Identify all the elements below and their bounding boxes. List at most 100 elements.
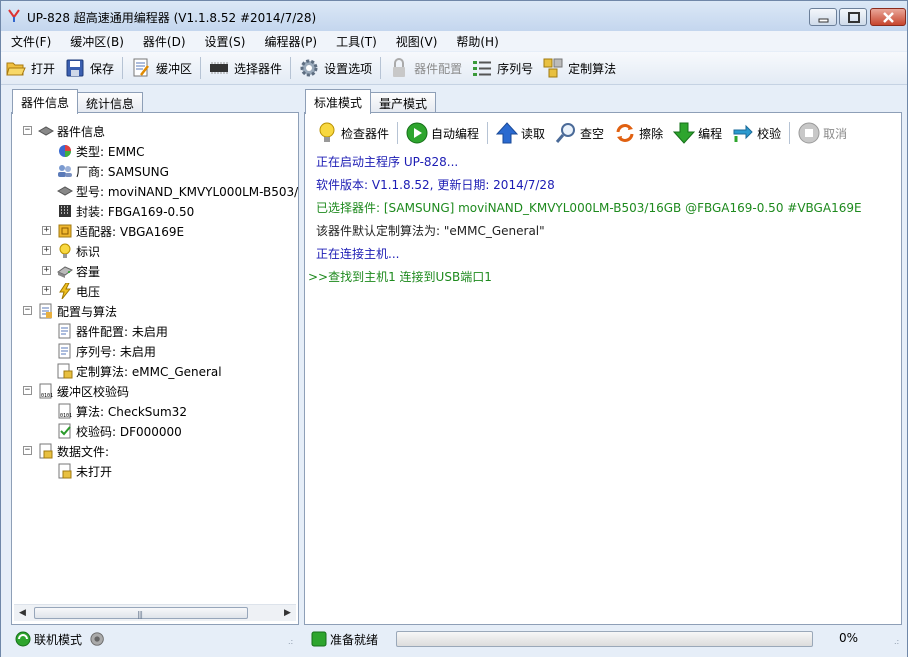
document-icon — [57, 323, 73, 339]
algorithm-icon — [542, 57, 564, 79]
main-toolbar: 打开 保存 缓冲区 选择器件 设置选项 器件配置 序列号 定制算法 — [1, 52, 907, 85]
tree-node-custom-algorithm[interactable]: 定制算法: eMMC_General — [57, 361, 222, 381]
tree-node-buffer-checksum[interactable]: 0101 缓冲区校验码 — [38, 381, 129, 401]
tree-node-vendor[interactable]: 厂商: SAMSUNG — [57, 161, 169, 181]
tree-node-mark[interactable]: 标识 — [57, 241, 100, 261]
toolbar-separator — [789, 122, 791, 144]
buffer-label: 缓冲区 — [156, 61, 193, 76]
toolbar-separator — [200, 57, 202, 79]
collapse-toggle[interactable]: − — [23, 306, 32, 315]
menu-tools[interactable]: 工具(T) — [326, 31, 386, 51]
collapse-toggle[interactable]: − — [23, 386, 32, 395]
tree-node-device-info[interactable]: 器件信息 — [38, 121, 105, 141]
select-device-label: 选择器件 — [234, 61, 283, 76]
check-device-button[interactable]: 检查器件 — [311, 120, 394, 146]
pie-chart-icon — [57, 143, 73, 159]
menu-file[interactable]: 文件(F) — [1, 31, 60, 51]
play-icon — [406, 122, 428, 144]
online-mode-indicator: 联机模式 — [15, 629, 109, 649]
expand-toggle[interactable]: + — [42, 286, 51, 295]
toolbar-separator — [122, 57, 124, 79]
serial-number-button[interactable]: 序列号 — [467, 54, 538, 82]
read-label: 读取 — [521, 126, 546, 141]
tree-label: 配置与算法 — [57, 304, 118, 319]
horizontal-scrollbar[interactable]: ◀ ||| ▶ — [14, 604, 296, 621]
blank-check-label: 查空 — [580, 126, 605, 141]
expand-toggle[interactable]: + — [42, 226, 51, 235]
tree-node-voltage[interactable]: 电压 — [57, 281, 100, 301]
right-tab-strip: 标准模式 量产模式 — [305, 89, 437, 114]
tree-label: 标识 — [76, 244, 101, 259]
save-button[interactable]: 保存 — [60, 54, 119, 82]
device-config-button[interactable]: 器件配置 — [384, 54, 467, 82]
tree-node-capacity[interactable]: 容量 — [57, 261, 100, 281]
log-line: 正在连接主机... — [316, 247, 400, 261]
expand-toggle[interactable]: + — [42, 246, 51, 255]
window-title: UP-828 超高速通用编程器 (V1.1.8.52 #2014/7/28) — [27, 11, 317, 25]
chip-icon — [38, 123, 54, 139]
scroll-left-icon[interactable]: ◀ — [19, 608, 26, 618]
tab-statistics[interactable]: 统计信息 — [77, 92, 144, 113]
tree-node-package[interactable]: 封装: FBGA169-0.50 — [57, 201, 194, 221]
minimize-icon — [818, 18, 829, 23]
verify-button[interactable]: 校验 — [727, 120, 786, 146]
numbered-list-icon — [471, 57, 493, 79]
tree-label: 器件信息 — [57, 124, 106, 139]
menu-settings[interactable]: 设置(S) — [195, 31, 255, 51]
close-button[interactable] — [870, 8, 906, 26]
device-tree: − 器件信息 类型: EMMC 厂商: SAMSUNG 型号: moviNAND… — [12, 113, 298, 603]
device-info-panel: − 器件信息 类型: EMMC 厂商: SAMSUNG 型号: moviNAND… — [11, 112, 299, 625]
settings-button[interactable]: 设置选项 — [294, 54, 377, 82]
program-button[interactable]: 编程 — [668, 120, 727, 146]
menu-help[interactable]: 帮助(H) — [446, 31, 507, 51]
progress-bar — [396, 631, 813, 647]
auto-program-button[interactable]: 自动编程 — [401, 120, 484, 146]
operation-toolbar: 检查器件 自动编程 读取 查空 擦除 编程 校验 取消 — [311, 119, 852, 147]
custom-algorithm-button[interactable]: 定制算法 — [538, 54, 621, 82]
toolbar-separator — [290, 57, 292, 79]
device-config-label: 器件配置 — [414, 61, 463, 76]
menu-programmer[interactable]: 编程器(P) — [254, 31, 326, 51]
tree-node-serial[interactable]: 序列号: 未启用 — [57, 341, 156, 361]
magnifier-icon — [555, 122, 577, 144]
select-device-button[interactable]: 选择器件 — [204, 54, 287, 82]
tree-node-device-config[interactable]: 器件配置: 未启用 — [57, 321, 168, 341]
expand-toggle[interactable]: + — [42, 266, 51, 275]
left-tab-strip: 器件信息 统计信息 — [12, 89, 144, 114]
blank-check-button[interactable]: 查空 — [550, 120, 609, 146]
tree-node-checksum-algorithm[interactable]: 0101 算法: CheckSum32 — [57, 401, 187, 421]
tree-node-adapter[interactable]: 适配器: VBGA169E — [57, 221, 184, 241]
chip-icon — [57, 183, 73, 199]
tree-label: 定制算法: eMMC_General — [76, 364, 222, 379]
gear-icon — [298, 57, 320, 79]
scroll-right-icon[interactable]: ▶ — [284, 608, 291, 618]
refresh-icon — [614, 122, 636, 144]
tree-node-data-file[interactable]: 数据文件: — [38, 441, 109, 461]
scrollbar-thumb[interactable]: ||| — [34, 607, 248, 619]
tree-node-type[interactable]: 类型: EMMC — [57, 141, 145, 161]
collapse-toggle[interactable]: − — [23, 446, 32, 455]
tree-node-checksum-value[interactable]: 校验码: DF000000 — [57, 421, 182, 441]
tab-standard-mode[interactable]: 标准模式 — [305, 89, 372, 114]
menu-buffer[interactable]: 缓冲区(B) — [60, 31, 133, 51]
close-icon — [883, 12, 894, 23]
maximize-button[interactable] — [839, 8, 867, 26]
erase-button[interactable]: 擦除 — [609, 120, 668, 146]
svg-text:0101: 0101 — [41, 393, 53, 399]
tab-mass-production-mode[interactable]: 量产模式 — [370, 92, 437, 113]
menu-view[interactable]: 视图(V) — [386, 31, 447, 51]
save-label: 保存 — [90, 61, 115, 76]
collapse-toggle[interactable]: − — [23, 126, 32, 135]
buffer-button[interactable]: 缓冲区 — [126, 54, 197, 82]
bga-package-icon — [57, 203, 73, 219]
speaker-icon[interactable] — [90, 631, 106, 647]
cancel-button[interactable]: 取消 — [793, 120, 852, 146]
read-button[interactable]: 读取 — [491, 120, 550, 146]
tree-node-not-open[interactable]: 未打开 — [57, 461, 112, 481]
tab-device-info[interactable]: 器件信息 — [12, 89, 79, 114]
minimize-button[interactable] — [809, 8, 837, 26]
tree-node-config-algorithm[interactable]: 配置与算法 — [38, 301, 117, 321]
menu-device[interactable]: 器件(D) — [133, 31, 195, 51]
tree-node-model[interactable]: 型号: moviNAND_KMVYL000LM-B503/ — [57, 181, 298, 201]
open-button[interactable]: 打开 — [1, 54, 60, 82]
